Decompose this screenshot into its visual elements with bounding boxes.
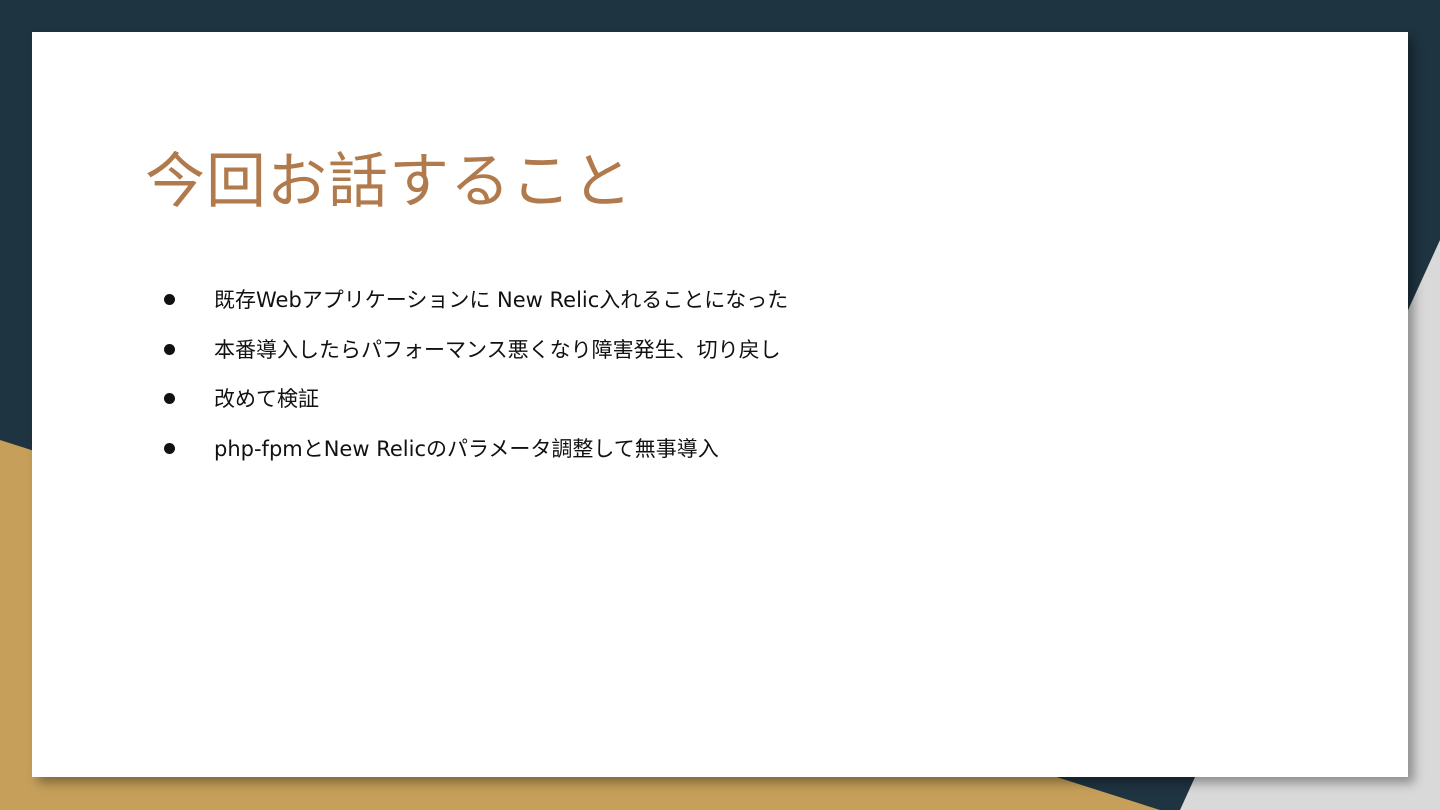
bullet-dot-icon (164, 393, 175, 404)
slide-stage: 今回お話すること 既存Webアプリケーションに New Relic入れることにな… (0, 0, 1440, 810)
bullet-text: 改めて検証 (214, 387, 319, 411)
bullet-dot-icon (164, 442, 175, 454)
bullet-text: php-fpmとNew Relicのパラメータ調整して無事導入 (214, 436, 719, 461)
bullet-dot-icon (164, 294, 175, 305)
bullet-text: 既存Webアプリケーションに New Relic入れることになった (214, 288, 789, 312)
slide-card: 今回お話すること 既存Webアプリケーションに New Relic入れることにな… (32, 32, 1408, 777)
bullet-dot-icon (164, 343, 175, 355)
slide-title: 今回お話すること (145, 147, 633, 217)
bullet-text: 本番導入したらパフォーマンス悪くなり障害発生、切り戻し (214, 337, 781, 362)
